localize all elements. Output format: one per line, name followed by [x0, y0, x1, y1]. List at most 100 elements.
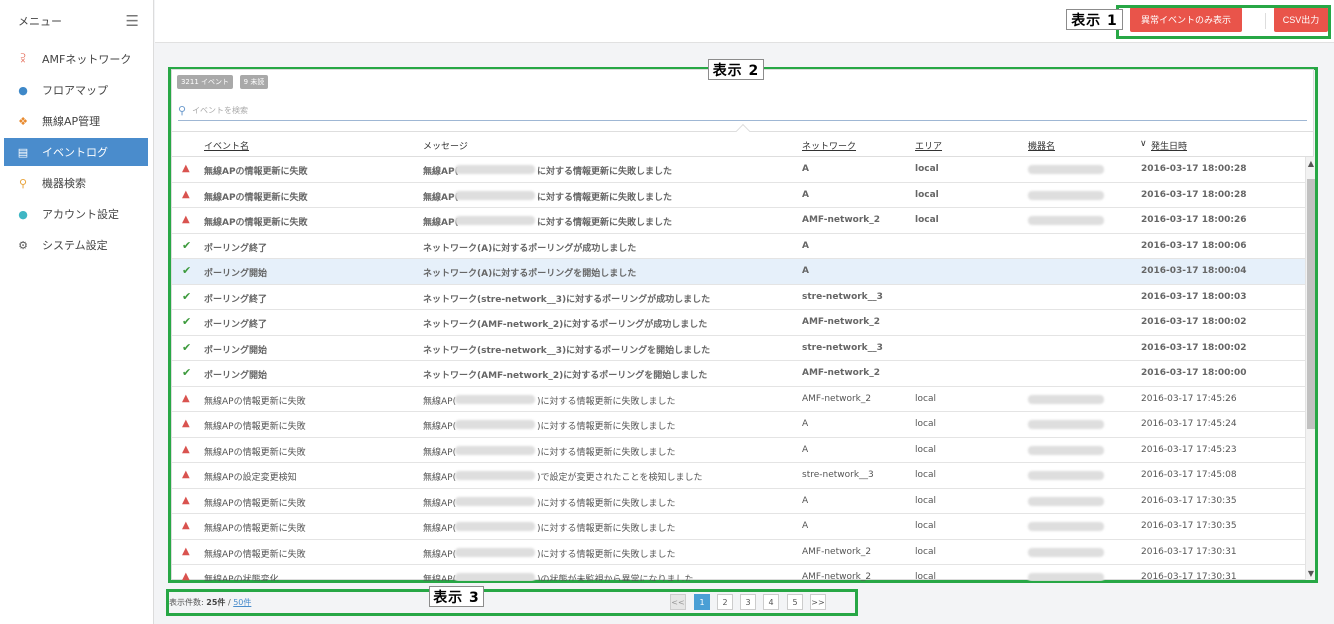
table-row[interactable]: ▲ 無線APの情報更新に失敗 無線AP(に対する情報更新に失敗しました AMF-net…: [172, 208, 1305, 234]
unread-count-badge: 9 未読: [240, 75, 268, 89]
table-row[interactable]: ✔ ポーリング開始 ネットワーク(AMF-network_2)に対するポーリングを開…: [172, 361, 1305, 387]
cell-area: local: [915, 470, 936, 480]
check-icon: ✔: [182, 340, 192, 354]
redacted-ap-name: [455, 190, 535, 200]
table-row[interactable]: ▲ 無線APの情報更新に失敗 無線AP()に対する情報更新に失敗しました Alocal…: [172, 412, 1305, 438]
cell-area: local: [915, 521, 936, 531]
sidebar-item-5[interactable]: ● アカウント設定: [4, 200, 148, 228]
hamburger-menu-icon[interactable]: ☰: [126, 13, 139, 29]
cell-event: ポーリング開始: [204, 269, 268, 279]
cell-network: A: [802, 419, 809, 429]
pager-page-button[interactable]: 3: [740, 594, 756, 610]
pager-first-button[interactable]: <<: [670, 594, 686, 610]
column-header-date[interactable]: 発生日時: [1151, 139, 1187, 152]
table-row[interactable]: ▲ 無線APの情報更新に失敗 無線AP()に対する情報更新に失敗しました Alocal…: [172, 438, 1305, 463]
cell-network: A: [802, 444, 809, 455]
cell-message: ネットワーク(stre-network__3)に対するポーリングを開始しました: [423, 345, 711, 356]
display-count-50-link[interactable]: 50件: [233, 598, 251, 607]
cell-network: AMF-network_2: [802, 215, 881, 225]
table-row[interactable]: ▲ 無線APの情報更新に失敗 無線AP()に対する情報更新に失敗しました AMF-ne…: [172, 387, 1305, 412]
column-header-event[interactable]: イベント名: [204, 139, 249, 152]
cell-network: AMF-network_2: [802, 317, 881, 327]
sidebar-item-label: フロアマップ: [42, 84, 108, 97]
cell-message: ネットワーク(stre-network__3)に対するポーリングが成功しました: [423, 294, 711, 305]
table-row[interactable]: ▲ 無線APの情報更新に失敗 無線AP()に対する情報更新に失敗しました AMF-ne…: [172, 540, 1305, 565]
cell-area: local: [915, 444, 936, 455]
cell-area: local: [915, 164, 939, 174]
table-row[interactable]: ✔ ポーリング開始 ネットワーク(A)に対するポーリングを開始しました A 2016-0…: [172, 259, 1305, 285]
column-header-network[interactable]: ネットワーク: [802, 139, 856, 152]
table-row[interactable]: ✔ ポーリング開始 ネットワーク(stre-network__3)に対するポーリング…: [172, 336, 1305, 361]
cell-message-prefix: 無線AP(: [423, 473, 457, 483]
cell-message-prefix: 無線AP(: [423, 167, 459, 177]
gear-icon: ⚙: [18, 238, 28, 252]
scroll-down-icon[interactable]: ▼: [1306, 569, 1316, 578]
cell-message: ネットワーク(AMF-network_2)に対するポーリングを開始しました: [423, 371, 708, 381]
cell-area: local: [915, 189, 939, 200]
check-icon: ✔: [182, 238, 192, 252]
cell-network: stre-network__3: [802, 342, 883, 353]
cell-date: 2016-03-17 17:45:24: [1141, 419, 1237, 429]
document-icon: ▤: [17, 145, 29, 159]
redacted-ap-name: [455, 547, 535, 557]
callout-label-1: 表示 1: [1066, 9, 1123, 30]
redacted-ap-name: [455, 496, 535, 506]
sidebar-item-label: システム設定: [42, 239, 108, 252]
table-row[interactable]: ▲ 無線APの情報更新に失敗 無線AP(に対する情報更新に失敗しました Alocal 2…: [172, 183, 1305, 208]
table-row[interactable]: ▲ 無線APの状態変化 無線AP()の状態が未監視から異常になりました AMF-net…: [172, 565, 1305, 581]
table-row[interactable]: ▲ 無線APの情報更新に失敗 無線AP(に対する情報更新に失敗しました Alocal 2…: [172, 157, 1305, 183]
cell-network: AMF-network_2: [802, 393, 872, 404]
event-search-bar[interactable]: ⚲ イベントを検索: [178, 100, 1307, 121]
redacted-device-name: [1028, 573, 1104, 581]
display-count-label: 表示件数:: [169, 598, 204, 607]
cell-event: 無線APの情報更新に失敗: [204, 167, 308, 177]
redacted-ap-name: [455, 573, 535, 581]
cell-date: 2016-03-17 18:00:28: [1141, 164, 1247, 174]
sidebar-item-label: AMFネットワーク: [42, 53, 132, 66]
event-search-input[interactable]: イベントを検索: [192, 105, 248, 116]
sidebar-item-6[interactable]: ⚙ システム設定: [4, 231, 148, 259]
sidebar-item-2[interactable]: ❖ 無線AP管理: [4, 107, 148, 135]
cell-event: ポーリング開始: [204, 371, 268, 381]
vertical-scrollbar[interactable]: ▲ ▼: [1305, 157, 1315, 580]
table-row[interactable]: ▲ 無線APの情報更新に失敗 無線AP()に対する情報更新に失敗しました Alocal…: [172, 514, 1305, 540]
table-row[interactable]: ✔ ポーリング終了 ネットワーク(AMF-network_2)に対するポーリングが成…: [172, 310, 1305, 336]
search-icon: ⚲: [18, 176, 28, 190]
cell-date: 2016-03-17 18:00:04: [1141, 266, 1247, 276]
sidebar-header: メニュー ☰: [0, 0, 153, 42]
cell-event: ポーリング終了: [204, 294, 268, 305]
pager-page-button[interactable]: 2: [717, 594, 733, 610]
sidebar-item-0[interactable]: ⫂ AMFネットワーク: [4, 45, 148, 73]
cell-event: 無線APの情報更新に失敗: [204, 447, 306, 458]
scrollbar-thumb[interactable]: [1307, 179, 1315, 429]
cell-message-suffix: )に対する情報更新に失敗しました: [537, 498, 676, 509]
cell-event: 無線APの情報更新に失敗: [204, 524, 306, 534]
scroll-up-icon[interactable]: ▲: [1306, 159, 1316, 168]
cell-message-prefix: 無線AP(: [423, 447, 457, 458]
sidebar-item-4[interactable]: ⚲ 機器検索: [4, 169, 148, 197]
redacted-ap-name: [455, 445, 535, 455]
redacted-device-name: [1028, 394, 1104, 404]
pager-page-button[interactable]: 4: [763, 594, 779, 610]
table-row[interactable]: ▲ 無線APの情報更新に失敗 無線AP()に対する情報更新に失敗しました Alocal…: [172, 489, 1305, 514]
column-header-device[interactable]: 機器名: [1028, 139, 1055, 152]
table-row[interactable]: ✔ ポーリング終了 ネットワーク(stre-network__3)に対するポーリング…: [172, 285, 1305, 310]
pager-page-button[interactable]: 5: [787, 594, 803, 610]
wifi-antenna-icon: ❖: [18, 114, 28, 128]
table-row[interactable]: ▲ 無線APの設定変更検知 無線AP()で設定が変更されたことを検知しました stre…: [172, 463, 1305, 489]
cell-event: ポーリング終了: [204, 320, 268, 330]
cell-event: 無線APの状態変化: [204, 575, 279, 581]
redacted-device-name: [1028, 190, 1104, 200]
table-row[interactable]: ✔ ポーリング終了 ネットワーク(A)に対するポーリングが成功しました A 2016-0…: [172, 234, 1305, 259]
pager-last-button[interactable]: >>: [810, 594, 826, 610]
pager-page-button[interactable]: 1: [694, 594, 710, 610]
column-header-area[interactable]: エリア: [915, 139, 942, 152]
callout-label-3: 表示 3: [429, 586, 484, 607]
sidebar-item-3[interactable]: ▤ イベントログ: [4, 138, 148, 166]
cell-event: 無線APの情報更新に失敗: [204, 422, 306, 432]
warning-icon: ▲: [182, 188, 190, 200]
sidebar-item-1[interactable]: ● フロアマップ: [4, 76, 148, 104]
warning-icon: ▲: [182, 494, 190, 506]
cell-event: ポーリング終了: [204, 243, 268, 254]
redacted-device-name: [1028, 547, 1104, 557]
